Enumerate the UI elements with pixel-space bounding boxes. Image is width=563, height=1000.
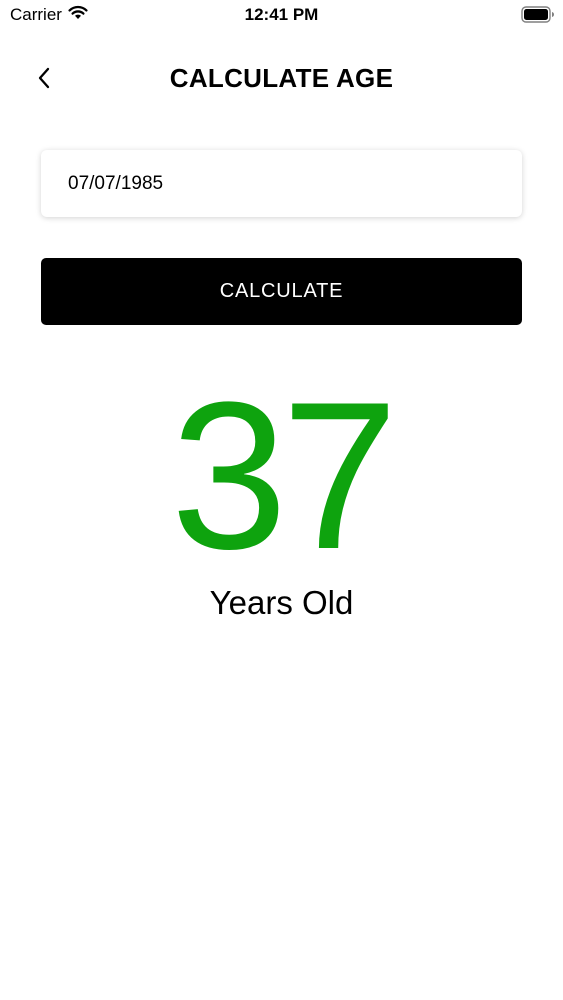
birthdate-input[interactable] [41,150,522,217]
age-result-unit: Years Old [209,584,354,621]
age-calculator-screen: Carrier 12:41 PM CALCULATE AGE 07/07/198… [0,0,563,1000]
calculate-button[interactable]: CALCULATE [41,258,522,325]
status-time: 12:41 PM [244,5,319,24]
page-title: CALCULATE AGE [169,63,394,93]
birthdate-field[interactable] [41,150,522,217]
navigation-bar: CALCULATE AGE [0,56,563,102]
calculate-button-label: CALCULATE [219,280,344,302]
battery-icon [521,6,555,23]
status-bar: Carrier 12:41 PM [0,0,563,30]
age-result-value: 37 [170,358,399,593]
